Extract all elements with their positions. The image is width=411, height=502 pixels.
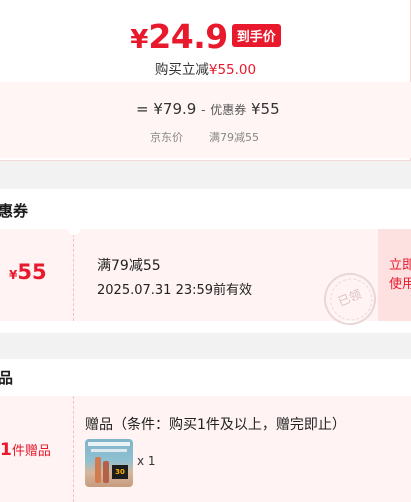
lipstick-tube-icon xyxy=(95,457,101,483)
calc-equals: = xyxy=(136,100,149,118)
gift-thumbnail[interactable]: 30 xyxy=(85,439,133,487)
coupon-validity: 2025.07.31 23:59前有效 xyxy=(97,283,253,298)
gift-quantity: x 1 xyxy=(137,454,156,468)
final-price-currency: ¥ xyxy=(130,25,149,55)
gift-count-number: 1 xyxy=(0,440,12,460)
coupon-label: 优惠券 xyxy=(210,103,247,117)
gift-rule: 赠品（条件：购买1件及以上，赠完即止） xyxy=(85,417,346,433)
original-caption: 京东价 xyxy=(150,131,183,144)
use-now-line2: 使用 xyxy=(389,277,411,292)
calc-line: = ¥79.9 - 优惠券 ¥55 xyxy=(136,100,280,118)
final-price-tag: 到手价 xyxy=(231,24,281,47)
final-price-value: 24.9 xyxy=(148,17,228,56)
gift-section: 品 1件赠品 赠品（条件：购买1件及以上，赠完即止） 30 x 1 xyxy=(0,359,411,502)
gift-card: 1件赠品 赠品（条件：购买1件及以上，赠完即止） 30 x 1 xyxy=(0,396,411,502)
coupon-section-title: 惠券 xyxy=(0,202,29,220)
price-card: ¥24.9 到手价 购买立减¥55.00 = ¥79.9 - 优惠券 ¥55 京东… xyxy=(0,0,411,161)
coupon-amount: ¥55 xyxy=(9,260,47,284)
coupon-amount-panel: ¥55 xyxy=(0,229,74,321)
coupon-section: 惠券 ¥55 满79减55 2025.07.31 23:59前有效 已领 立即 … xyxy=(0,189,411,333)
gift-count: 1件赠品 xyxy=(0,440,51,460)
price-calculation: = ¥79.9 - 优惠券 ¥55 京东价 满79减55 xyxy=(0,82,411,158)
lipstick-tube-icon xyxy=(103,461,109,483)
coupon-name: 满79减55 xyxy=(97,258,161,274)
thumb-subheader-icon xyxy=(91,449,127,452)
use-now-button[interactable]: 立即 使用 xyxy=(378,229,411,321)
thumb-badge: 30 xyxy=(112,465,128,479)
save-line: 购买立减¥55.00 xyxy=(0,58,411,78)
save-amount: ¥55.00 xyxy=(208,62,257,78)
gift-count-suffix: 件赠品 xyxy=(11,444,51,459)
gift-section-title: 品 xyxy=(0,369,14,387)
gift-count-panel: 1件赠品 xyxy=(0,396,74,502)
use-now-line1: 立即 xyxy=(389,258,411,273)
coupon-card[interactable]: ¥55 满79减55 2025.07.31 23:59前有效 已领 立即 使用 xyxy=(0,229,411,333)
final-price: ¥24.9 到手价 xyxy=(0,17,411,56)
page: ¥24.9 到手价 购买立减¥55.00 = ¥79.9 - 优惠券 ¥55 京东… xyxy=(0,0,411,502)
thumb-header-icon xyxy=(88,442,130,446)
coupon-value: ¥55 xyxy=(251,100,280,118)
claimed-stamp-icon: 已领 xyxy=(316,265,384,333)
original-price: ¥79.9 xyxy=(153,100,197,118)
calc-minus: - xyxy=(201,103,206,117)
coupon-caption: 满79减55 xyxy=(209,131,259,144)
coupon-amount-value: 55 xyxy=(17,260,47,284)
save-prefix: 购买立减 xyxy=(154,62,209,78)
